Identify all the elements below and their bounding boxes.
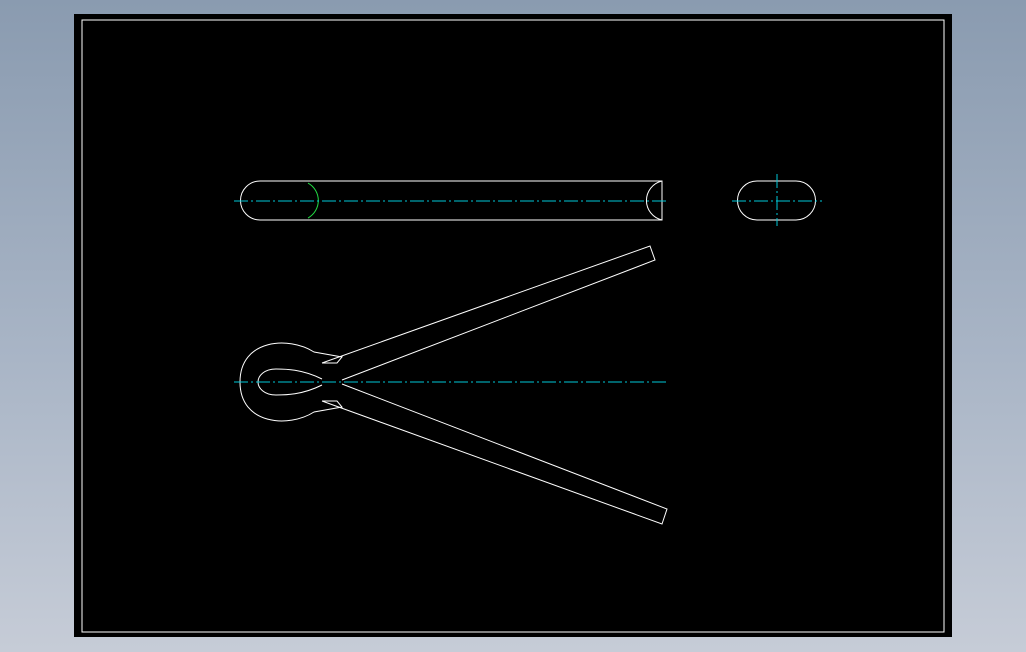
cad-drawing-canvas[interactable]	[74, 14, 952, 637]
pin-end-view[interactable]	[732, 174, 822, 226]
cad-viewport[interactable]	[74, 14, 952, 637]
pin-top-view[interactable]	[234, 180, 668, 221]
cotter-upper-leg	[321, 245, 656, 381]
cotter-lower-leg	[321, 383, 668, 525]
sheet-border	[81, 19, 945, 633]
pin-bent-view[interactable]	[234, 245, 668, 525]
